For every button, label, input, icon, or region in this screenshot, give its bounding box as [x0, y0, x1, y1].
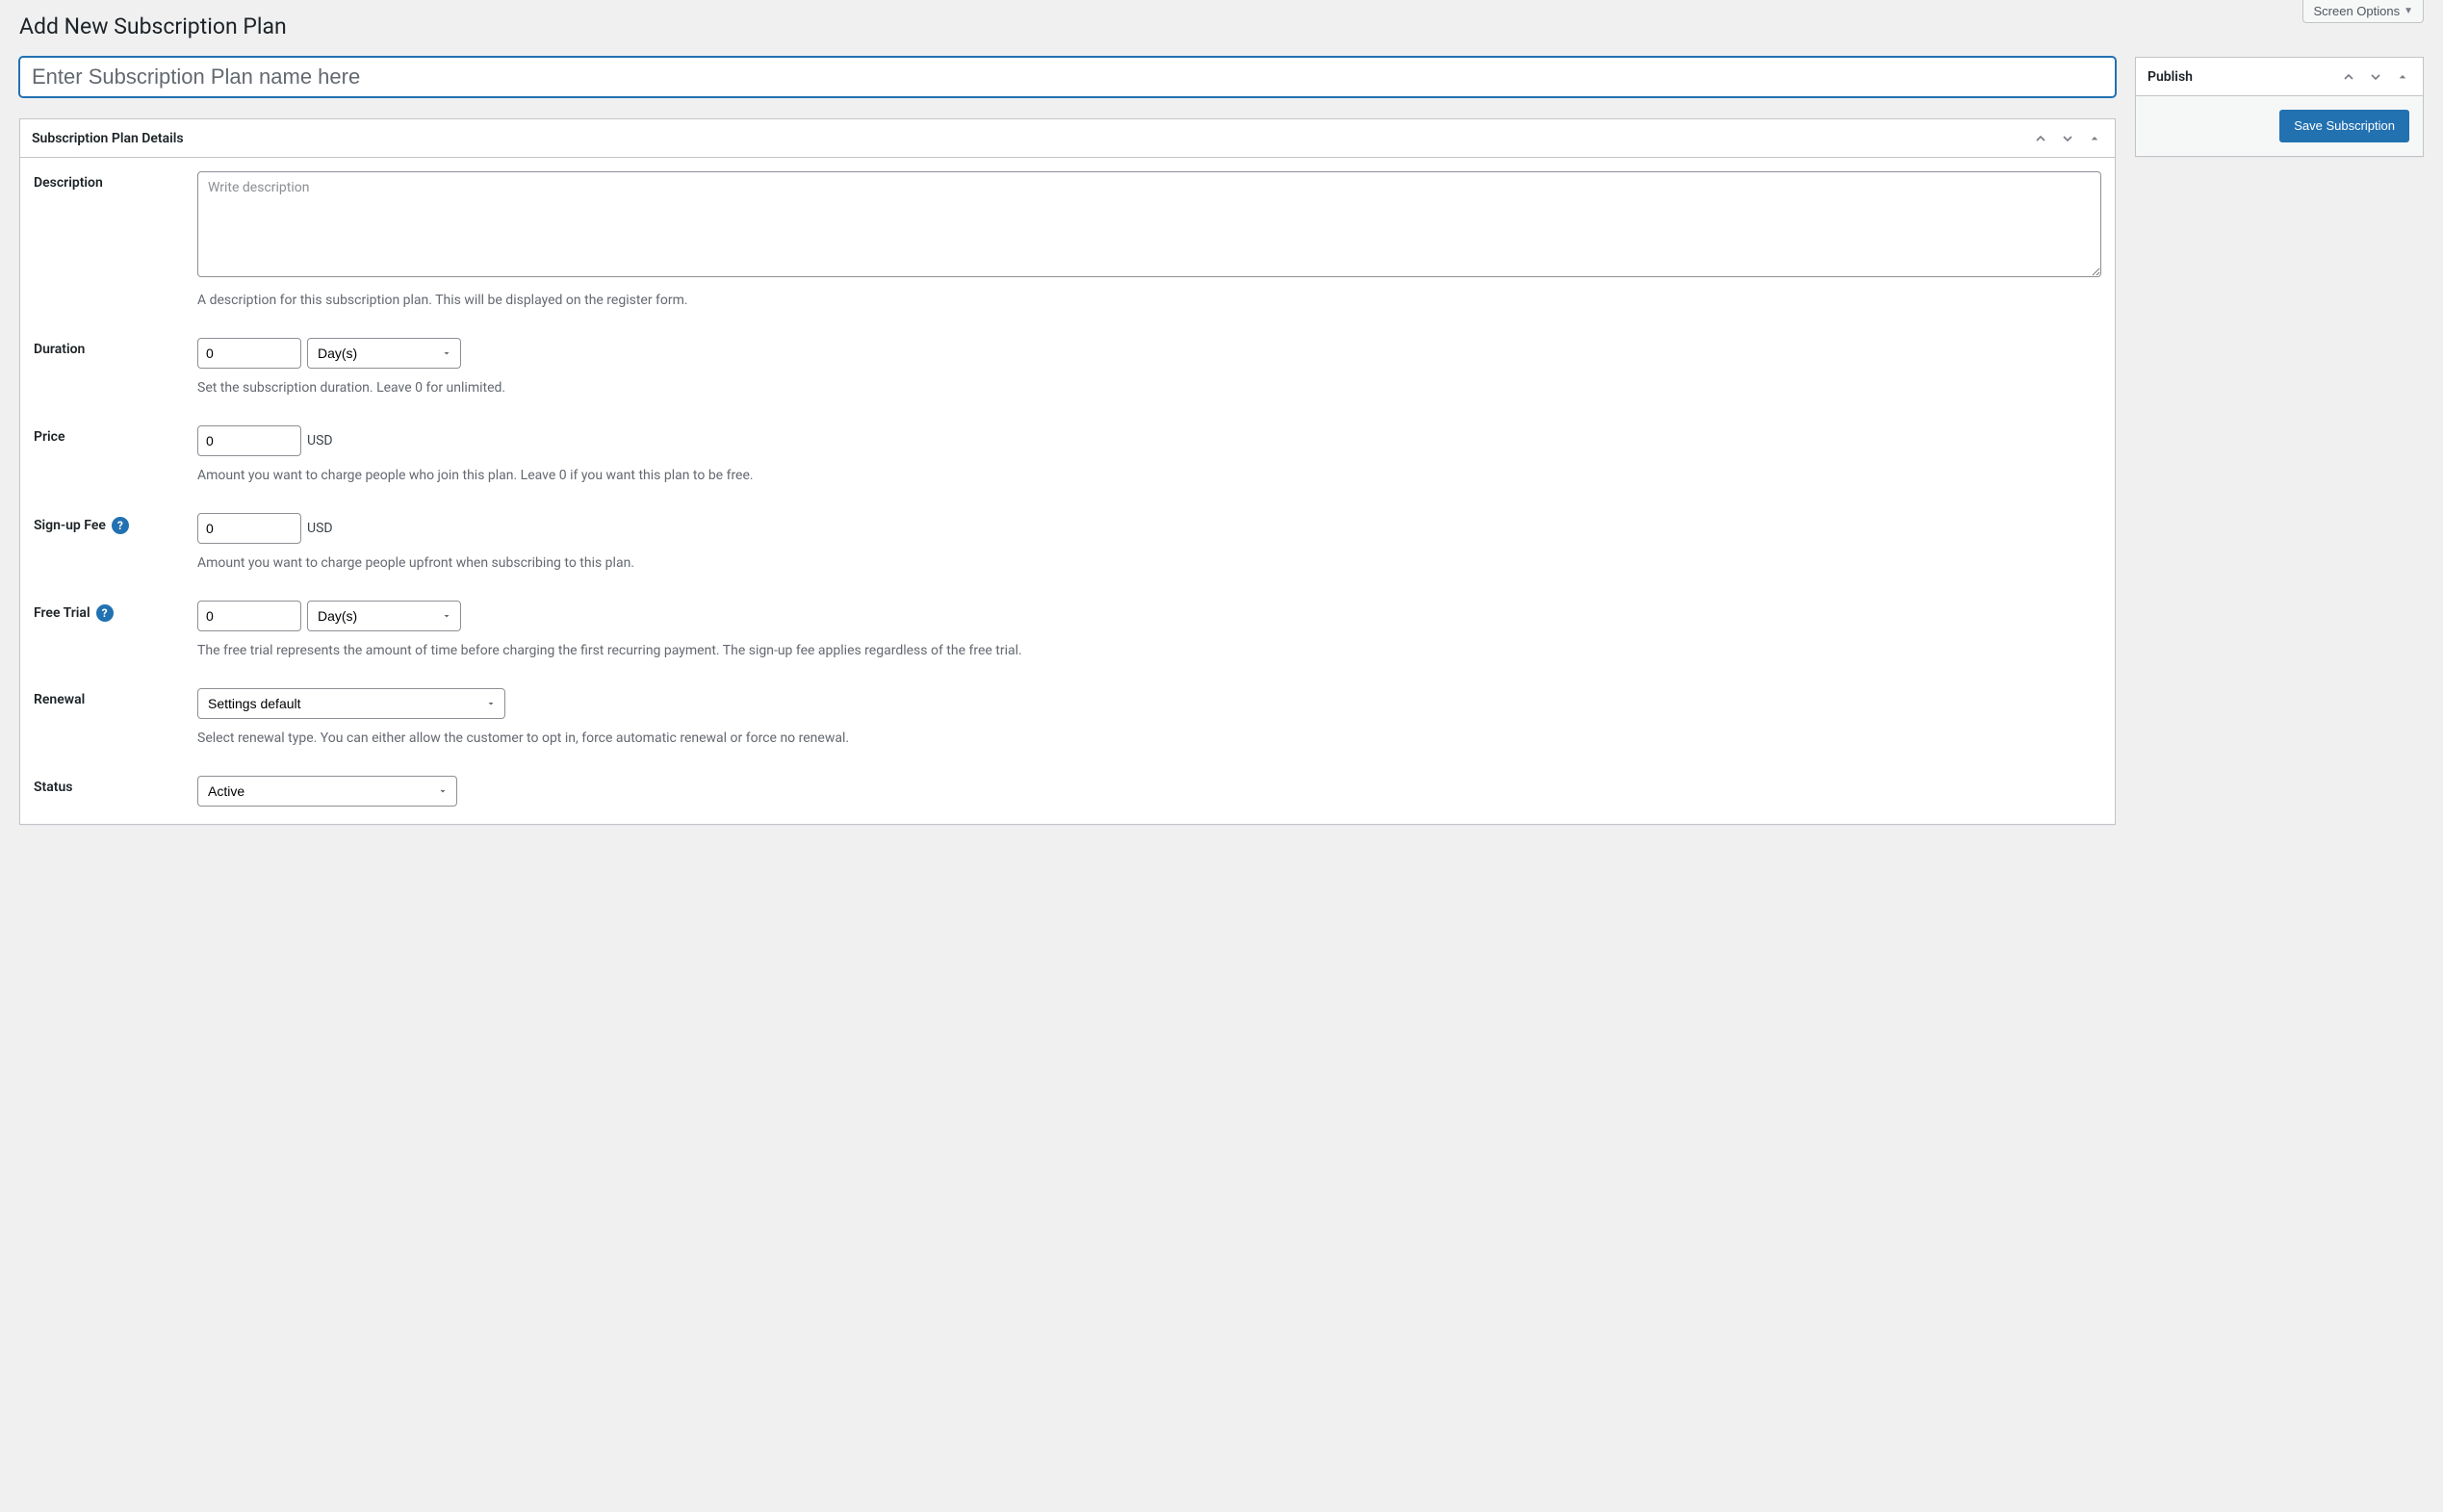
- caret-down-icon: ▼: [2404, 6, 2413, 16]
- publish-panel-title: Publish: [2147, 69, 2193, 85]
- price-label: Price: [34, 425, 197, 445]
- toggle-panel-icon[interactable]: [2394, 68, 2411, 86]
- screen-options-button[interactable]: Screen Options ▼: [2302, 0, 2424, 23]
- details-panel-title: Subscription Plan Details: [32, 131, 184, 146]
- status-label: Status: [34, 776, 197, 795]
- description-help: A description for this subscription plan…: [197, 291, 2101, 311]
- renewal-select[interactable]: Settings default: [197, 688, 505, 719]
- help-icon[interactable]: ?: [112, 517, 129, 534]
- publish-panel-header: Publish: [2136, 58, 2423, 96]
- renewal-label: Renewal: [34, 688, 197, 707]
- free-trial-input[interactable]: [197, 601, 301, 631]
- details-panel-header: Subscription Plan Details: [20, 119, 2115, 158]
- duration-label: Duration: [34, 338, 197, 357]
- description-textarea[interactable]: [197, 171, 2101, 277]
- status-select[interactable]: Active: [197, 776, 457, 807]
- price-currency: USD: [307, 433, 333, 448]
- signup-fee-help: Amount you want to charge people upfront…: [197, 553, 2101, 574]
- toggle-panel-icon[interactable]: [2086, 130, 2103, 147]
- free-trial-unit-select[interactable]: Day(s): [307, 601, 461, 631]
- move-down-icon[interactable]: [2367, 68, 2384, 86]
- price-input[interactable]: [197, 425, 301, 456]
- free-trial-label: Free Trial: [34, 605, 90, 621]
- plan-name-input[interactable]: [19, 57, 2116, 97]
- publish-box: Publish Save Subscription: [2135, 57, 2424, 157]
- duration-unit-select[interactable]: Day(s): [307, 338, 461, 369]
- move-up-icon[interactable]: [2340, 68, 2357, 86]
- signup-fee-label: Sign-up Fee: [34, 518, 106, 533]
- page-title: Add New Subscription Plan: [19, 13, 2424, 39]
- save-subscription-button[interactable]: Save Subscription: [2279, 110, 2409, 142]
- description-label: Description: [34, 171, 197, 191]
- help-icon[interactable]: ?: [96, 604, 114, 622]
- move-down-icon[interactable]: [2059, 130, 2076, 147]
- signup-fee-input[interactable]: [197, 513, 301, 544]
- screen-options-label: Screen Options: [2313, 4, 2400, 18]
- duration-help: Set the subscription duration. Leave 0 f…: [197, 378, 2101, 398]
- move-up-icon[interactable]: [2032, 130, 2049, 147]
- duration-input[interactable]: [197, 338, 301, 369]
- signup-fee-currency: USD: [307, 521, 333, 536]
- price-help: Amount you want to charge people who joi…: [197, 466, 2101, 486]
- free-trial-help: The free trial represents the amount of …: [197, 641, 2101, 661]
- renewal-help: Select renewal type. You can either allo…: [197, 729, 2101, 749]
- subscription-plan-details-box: Subscription Plan Details Description: [19, 118, 2116, 825]
